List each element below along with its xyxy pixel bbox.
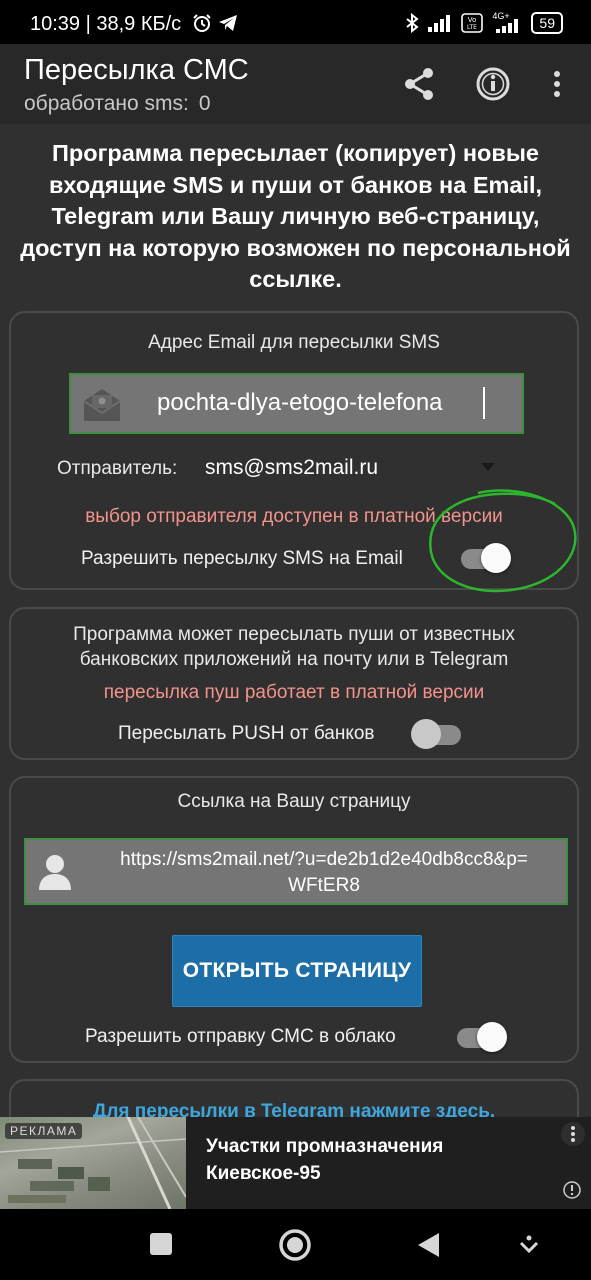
push-description: Программа может пересылать пуши от извес…: [73, 624, 515, 670]
page-link-text: https://sms2mail.net/?u=de2b1d2e40db8cc8…: [89, 847, 559, 899]
email-field[interactable]: pochta-dlya-etogo-telefona: [69, 373, 524, 434]
cloud-toggle[interactable]: [457, 1022, 507, 1052]
push-paid-note: пересылка пуш работает в платной версии: [103, 682, 485, 703]
cloud-toggle-label: Разрешить отправку СМС в облако: [85, 1026, 396, 1047]
info-icon: [563, 1181, 581, 1199]
chevron-down-icon: [519, 1235, 539, 1254]
text-cursor: [483, 387, 485, 419]
battery-indicator: 59: [531, 12, 563, 34]
dropdown-arrow-icon: [481, 463, 495, 471]
info-button[interactable]: [473, 62, 513, 106]
page-link-line1: https://sms2mail.net/?u=de2b1d2e40db8cc8…: [120, 849, 528, 870]
toggle-knob: [477, 1022, 507, 1052]
app-bar: Пересылка СМС обработано sms: 0: [0, 44, 591, 124]
triangle-back-icon: [418, 1233, 439, 1257]
alarm-icon: [193, 14, 211, 32]
email-heading: Адрес Email для пересылки SMS: [148, 332, 440, 353]
annotation-circle: [429, 489, 577, 593]
processed-sms-counter: обработано sms: 0: [24, 92, 211, 116]
processed-sms-label: обработано sms:: [24, 92, 189, 115]
ad-label: РЕКЛАМА: [5, 1123, 83, 1139]
more-vert-icon: [554, 71, 560, 97]
mobile-signal-4g: 4G+: [492, 11, 522, 33]
sender-value: sms@sms2mail.ru: [205, 456, 378, 479]
page-heading: Ссылка на Вашу страницу: [177, 791, 411, 812]
signal-icon: [428, 15, 451, 32]
push-toggle-label: Пересылать PUSH от банков: [118, 723, 375, 744]
share-button[interactable]: [399, 62, 439, 106]
ad-image: РЕКЛАМА: [0, 1117, 186, 1209]
volte-icon: Vo LTE: [461, 13, 484, 33]
email-value: pochta-dlya-etogo-telefona: [157, 389, 443, 416]
svg-text:LTE: LTE: [467, 24, 477, 31]
overflow-menu-button[interactable]: [537, 62, 577, 106]
ad-title: Участки промназначения Киевское-95: [206, 1133, 443, 1187]
recents-button[interactable]: [148, 1231, 174, 1257]
info-icon: [476, 67, 510, 101]
hide-navbar-button[interactable]: [517, 1233, 541, 1257]
ad-options-button[interactable]: [561, 1122, 585, 1146]
bluetooth-icon: [406, 13, 420, 33]
push-card: Программа может пересылать пуши от извес…: [9, 607, 579, 760]
sms-email-toggle-label: Разрешить пересылку SMS на Email: [81, 548, 403, 569]
sender-row[interactable]: Отправитель: sms@sms2mail.ru: [57, 455, 507, 485]
share-icon: [405, 68, 433, 100]
processed-sms-count: 0: [198, 92, 211, 115]
home-button[interactable]: [278, 1228, 312, 1262]
sender-label: Отправитель:: [57, 458, 178, 479]
intro-text: Программа пересылает (копирует) новые вх…: [20, 140, 571, 292]
page-link-line2: WFtER8: [288, 875, 360, 896]
telegram-icon: [219, 15, 237, 31]
ad-title-line2: Киевское-95: [206, 1163, 321, 1184]
ad-title-line1: Участки промназначения: [206, 1136, 444, 1157]
open-page-button[interactable]: ОТКРЫТЬ СТРАНИЦУ: [172, 935, 422, 1007]
page-link-field[interactable]: https://sms2mail.net/?u=de2b1d2e40db8cc8…: [24, 838, 568, 905]
signal-icon-2: [496, 19, 519, 33]
status-time: 10:39 | 38,9 КБ/с: [30, 13, 182, 35]
square-icon: [150, 1233, 172, 1255]
svg-text:Vo: Vo: [468, 16, 477, 24]
circle-icon: [279, 1229, 311, 1261]
status-bar: 10:39 | 38,9 КБ/с Vo LTE 4G+ 59: [0, 0, 591, 44]
back-button[interactable]: [415, 1231, 441, 1259]
person-icon: [39, 855, 71, 890]
app-title: Пересылка СМС: [24, 54, 249, 86]
toggle-knob: [411, 719, 441, 749]
ad-banner[interactable]: РЕКЛАМА Участки промназначения Киевское-…: [0, 1117, 591, 1209]
more-vert-icon: [571, 1126, 575, 1142]
page-card: Ссылка на Вашу страницу https://sms2mail…: [9, 776, 579, 1063]
push-toggle[interactable]: [411, 719, 463, 749]
ad-info-button[interactable]: [562, 1180, 582, 1205]
email-icon: [83, 389, 121, 421]
navigation-bar: [0, 1209, 591, 1280]
